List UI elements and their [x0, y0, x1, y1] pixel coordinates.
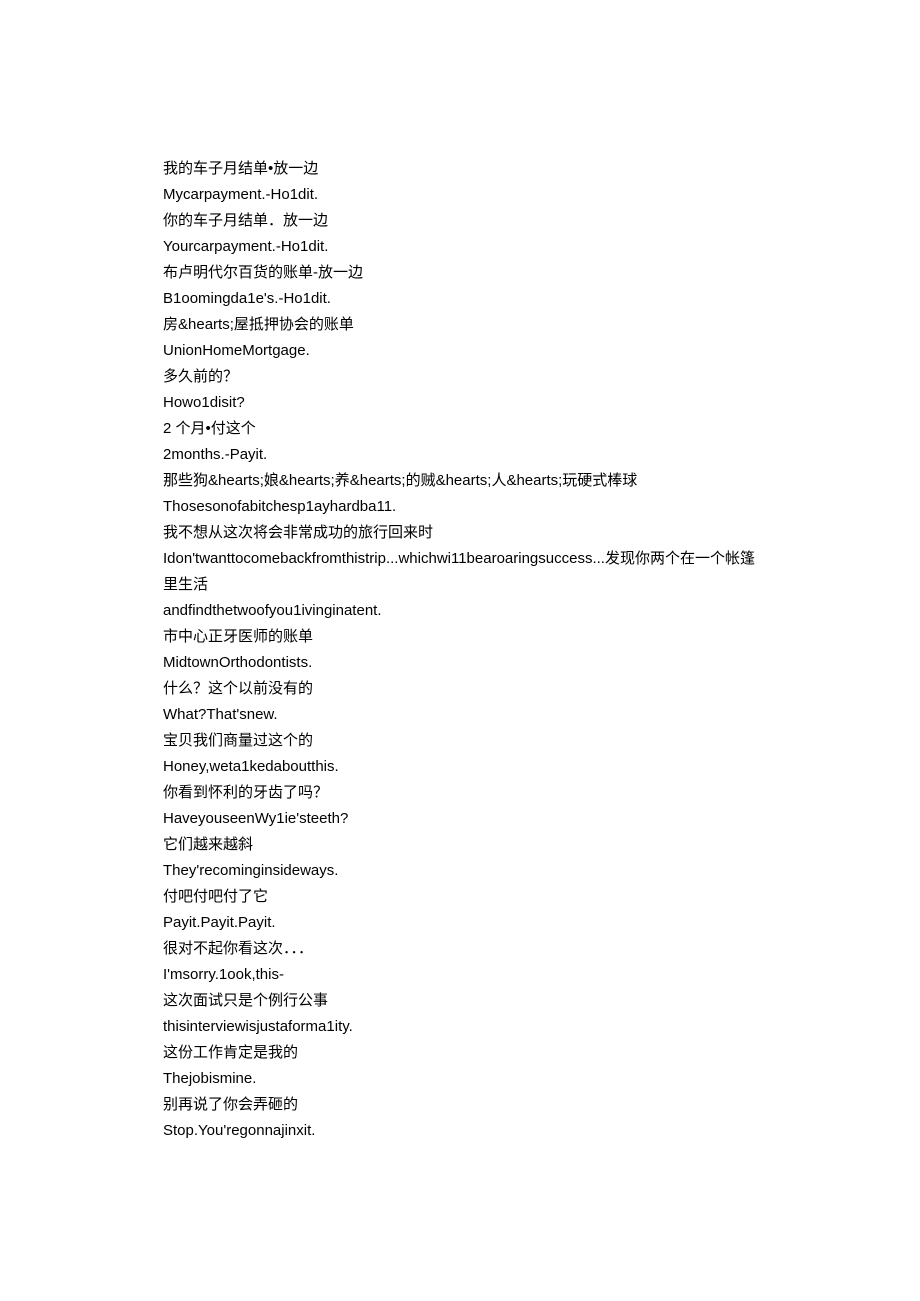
- text-line: 你看到怀利的牙齿了吗？: [163, 780, 757, 806]
- text-line: Honey,weta1kedaboutthis.: [163, 754, 757, 780]
- text-line: 2 个月•付这个: [163, 416, 757, 442]
- text-line: 你的车子月结单．放一边: [163, 208, 757, 234]
- text-line: They'recominginsideways.: [163, 858, 757, 884]
- text-line: 什么？这个以前没有的: [163, 676, 757, 702]
- text-line: UnionHomeMortgage.: [163, 338, 757, 364]
- text-line: 那些狗&hearts;娘&hearts;养&hearts;的贼&hearts;人…: [163, 468, 757, 494]
- text-line: Thosesonofabitchesp1ayhardba11.: [163, 494, 757, 520]
- text-line: 这次面试只是个例行公事: [163, 988, 757, 1014]
- text-line: Mycarpayment.-Ho1dit.: [163, 182, 757, 208]
- text-line: Yourcarpayment.-Ho1dit.: [163, 234, 757, 260]
- text-line: 付吧付吧付了它: [163, 884, 757, 910]
- document-page: 我的车子月结单•放一边 Mycarpayment.-Ho1dit. 你的车子月结…: [0, 0, 920, 1301]
- text-line: B1oomingda1e's.-Ho1dit.: [163, 286, 757, 312]
- text-line: Payit.Payit.Payit.: [163, 910, 757, 936]
- text-line: 市中心正牙医师的账单: [163, 624, 757, 650]
- text-line: 我的车子月结单•放一边: [163, 156, 757, 182]
- text-line: 宝贝我们商量过这个的: [163, 728, 757, 754]
- text-line: Howo1disit?: [163, 390, 757, 416]
- text-line: Thejobismine.: [163, 1066, 757, 1092]
- text-line: thisinterviewisjustaforma1ity.: [163, 1014, 757, 1040]
- text-line: 布卢明代尔百货的账单-放一边: [163, 260, 757, 286]
- text-line: 多久前的？: [163, 364, 757, 390]
- text-line: 我不想从这次将会非常成功的旅行回来时: [163, 520, 757, 546]
- text-line: Stop.You'regonnajinxit.: [163, 1118, 757, 1144]
- text-line: MidtownOrthodontists.: [163, 650, 757, 676]
- text-line: 2months.-Payit.: [163, 442, 757, 468]
- text-line: What?That'snew.: [163, 702, 757, 728]
- text-line: 这份工作肯定是我的: [163, 1040, 757, 1066]
- text-line: andfindthetwoofyou1ivinginatent.: [163, 598, 757, 624]
- text-line: 很对不起你看这次．．．: [163, 936, 757, 962]
- text-line: Idon'twanttocomebackfromthistrip...which…: [163, 546, 757, 598]
- text-line: 房&hearts;屋抵押协会的账单: [163, 312, 757, 338]
- text-line: 别再说了你会弄砸的: [163, 1092, 757, 1118]
- text-line: 它们越来越斜: [163, 832, 757, 858]
- text-line: I'msorry.1ook,this-: [163, 962, 757, 988]
- text-line: HaveyouseenWy1ie'steeth?: [163, 806, 757, 832]
